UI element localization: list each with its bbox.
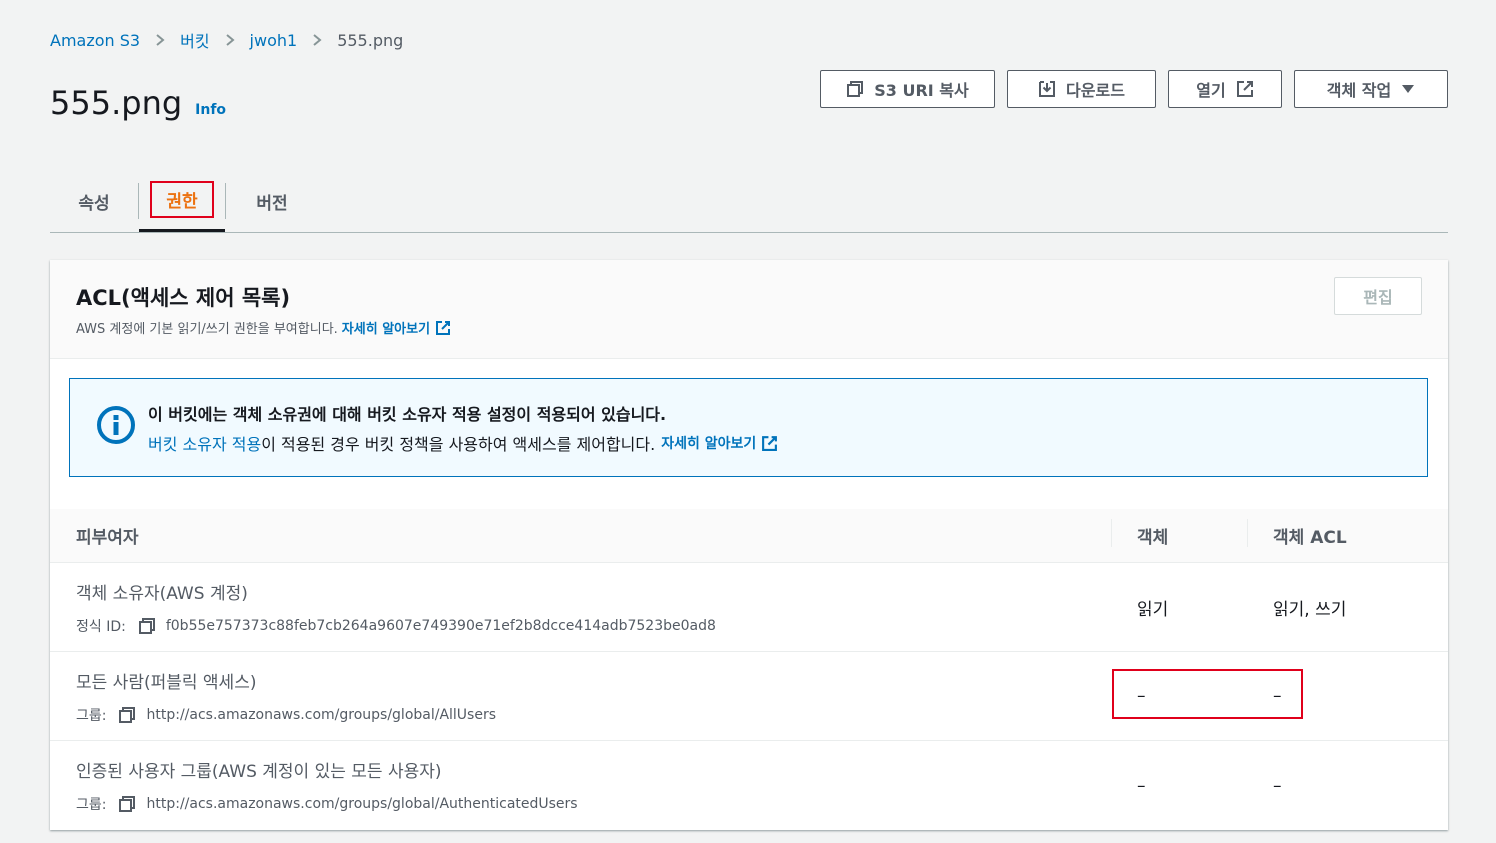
tab-versions[interactable]: 버전 bbox=[226, 170, 318, 232]
alert-body: 버킷 소유자 적용 이 적용된 경우 버킷 정책을 사용하여 액세스를 제어합니… bbox=[148, 431, 778, 455]
tab-permissions[interactable]: 권한 bbox=[139, 170, 225, 232]
tab-permissions-label: 권한 bbox=[150, 181, 214, 218]
grantee-sub-value: http://acs.amazonaws.com/groups/global/A… bbox=[146, 706, 497, 723]
alert-learn-more-link[interactable]: 자세히 알아보기 bbox=[661, 433, 778, 453]
breadcrumb-amazon-s3[interactable]: Amazon S3 bbox=[50, 31, 140, 50]
chevron-right-icon bbox=[154, 34, 166, 46]
object-acl-permission: – bbox=[1273, 686, 1282, 706]
tab-properties[interactable]: 속성 bbox=[50, 170, 138, 232]
column-header-object-acl: 객체 ACL bbox=[1247, 519, 1447, 548]
grantee-sub-label: 그룹: bbox=[76, 707, 107, 724]
acl-title: ACL(액세스 제어 목록) bbox=[76, 286, 291, 310]
column-header-grantee: 피부여자 bbox=[76, 528, 139, 548]
open-label: 열기 bbox=[1196, 81, 1226, 100]
breadcrumb: Amazon S3 버킷 jwoh1 555.png bbox=[50, 28, 403, 52]
action-buttons: S3 URI 복사 다운로드 열기 객체 작업 bbox=[820, 70, 1448, 108]
grantee-name: 인증된 사용자 그룹(AWS 계정이 있는 모든 사용자) bbox=[76, 762, 442, 782]
external-link-icon bbox=[435, 320, 451, 336]
grantee-sub-value: f0b55e757373c88feb7cb264a9607e749390e71e… bbox=[165, 617, 716, 634]
grantee-cell: 인증된 사용자 그룹(AWS 계정이 있는 모든 사용자) 그룹: http:/… bbox=[50, 757, 1111, 814]
acl-description-row: AWS 계정에 기본 읽기/쓰기 권한을 부여합니다. 자세히 알아보기 bbox=[76, 318, 1422, 337]
object-actions-dropdown[interactable]: 객체 작업 bbox=[1294, 70, 1448, 108]
alert-content: 이 버킷에는 객체 소유권에 대해 버킷 소유자 적용 설정이 적용되어 있습니… bbox=[148, 399, 778, 456]
grantee-sub-label: 그룹: bbox=[76, 797, 107, 813]
chevron-right-icon bbox=[311, 34, 323, 46]
acl-table: 피부여자 객체 객체 ACL 객체 소유자(AWS 계정) 정식 ID: f0b… bbox=[50, 509, 1448, 830]
acl-learn-more-link[interactable]: 자세히 알아보기 bbox=[342, 318, 451, 337]
object-actions-label: 객체 작업 bbox=[1326, 81, 1392, 100]
object-permission: 읽기 bbox=[1137, 599, 1169, 620]
info-circle-icon bbox=[96, 405, 136, 445]
grantee-sub: 그룹: http://acs.amazonaws.com/groups/glob… bbox=[76, 794, 1111, 814]
chevron-right-icon bbox=[224, 34, 236, 46]
object-acl-permission: – bbox=[1273, 775, 1282, 796]
grantee-sub-label: 정식 ID: bbox=[76, 618, 126, 635]
copy-icon bbox=[846, 80, 864, 98]
grantee-name: 객체 소유자(AWS 계정) bbox=[76, 583, 248, 604]
table-row: 객체 소유자(AWS 계정) 정식 ID: f0b55e757373c88feb… bbox=[50, 563, 1448, 652]
breadcrumb-buckets[interactable]: 버킷 bbox=[180, 28, 209, 52]
grantee-sub: 정식 ID: f0b55e757373c88feb7cb264a9607e749… bbox=[76, 616, 1111, 636]
tab-properties-label: 속성 bbox=[78, 193, 110, 214]
info-alert: 이 버킷에는 객체 소유권에 대해 버킷 소유자 적용 설정이 적용되어 있습니… bbox=[69, 378, 1428, 477]
table-row: 모든 사람(퍼블릭 액세스) 그룹: http://acs.amazonaws.… bbox=[50, 652, 1448, 741]
acl-panel-header: ACL(액세스 제어 목록) AWS 계정에 기본 읽기/쓰기 권한을 부여합니… bbox=[50, 260, 1448, 359]
download-button[interactable]: 다운로드 bbox=[1007, 70, 1156, 108]
alert-learn-more-label: 자세히 알아보기 bbox=[661, 436, 757, 452]
table-row: 인증된 사용자 그룹(AWS 계정이 있는 모든 사용자) 그룹: http:/… bbox=[50, 741, 1448, 830]
external-link-icon bbox=[1236, 80, 1254, 98]
grantee-sub-value: http://acs.amazonaws.com/groups/global/A… bbox=[146, 796, 578, 812]
copy-s3-uri-label: S3 URI 복사 bbox=[874, 81, 969, 100]
grantee-cell: 객체 소유자(AWS 계정) 정식 ID: f0b55e757373c88feb… bbox=[50, 579, 1111, 636]
acl-panel: ACL(액세스 제어 목록) AWS 계정에 기본 읽기/쓰기 권한을 부여합니… bbox=[50, 260, 1448, 830]
tab-list: 속성 권한 버전 bbox=[50, 170, 1448, 233]
acl-description: AWS 계정에 기본 읽기/쓰기 권한을 부여합니다. bbox=[76, 322, 338, 337]
external-link-icon bbox=[761, 435, 778, 452]
open-button[interactable]: 열기 bbox=[1168, 70, 1282, 108]
grantee-name: 모든 사람(퍼블릭 액세스) bbox=[76, 672, 257, 693]
info-link[interactable]: Info bbox=[195, 102, 226, 118]
copy-s3-uri-button[interactable]: S3 URI 복사 bbox=[820, 70, 995, 108]
alert-title: 이 버킷에는 객체 소유권에 대해 버킷 소유자 적용 설정이 적용되어 있습니… bbox=[148, 405, 667, 424]
page-title-row: 555.png Info bbox=[50, 84, 226, 122]
object-acl-permission: 읽기, 쓰기 bbox=[1273, 599, 1347, 620]
alert-body-text: 이 적용된 경우 버킷 정책을 사용하여 액세스를 제어합니다. bbox=[261, 435, 656, 454]
download-label: 다운로드 bbox=[1066, 81, 1125, 100]
copy-icon[interactable] bbox=[138, 617, 156, 635]
column-header-object: 객체 bbox=[1111, 519, 1247, 548]
object-permission: – bbox=[1137, 686, 1146, 706]
breadcrumb-current: 555.png bbox=[337, 30, 404, 50]
grantee-cell: 모든 사람(퍼블릭 액세스) 그룹: http://acs.amazonaws.… bbox=[50, 668, 1111, 725]
copy-icon[interactable] bbox=[118, 795, 136, 813]
breadcrumb-bucket-jwoh1[interactable]: jwoh1 bbox=[250, 31, 298, 50]
object-permission: – bbox=[1137, 775, 1146, 796]
table-header: 피부여자 객체 객체 ACL bbox=[50, 509, 1448, 563]
page-title: 555.png bbox=[50, 84, 183, 122]
grantee-sub: 그룹: http://acs.amazonaws.com/groups/glob… bbox=[76, 705, 1111, 725]
download-icon bbox=[1038, 80, 1056, 98]
tab-versions-label: 버전 bbox=[256, 193, 288, 214]
caret-down-icon bbox=[1401, 82, 1415, 96]
edit-button[interactable]: 편집 bbox=[1334, 277, 1422, 315]
bucket-owner-enforced-link[interactable]: 버킷 소유자 적용 bbox=[148, 431, 261, 455]
acl-learn-more-label: 자세히 알아보기 bbox=[341, 322, 431, 337]
copy-icon[interactable] bbox=[118, 706, 136, 724]
